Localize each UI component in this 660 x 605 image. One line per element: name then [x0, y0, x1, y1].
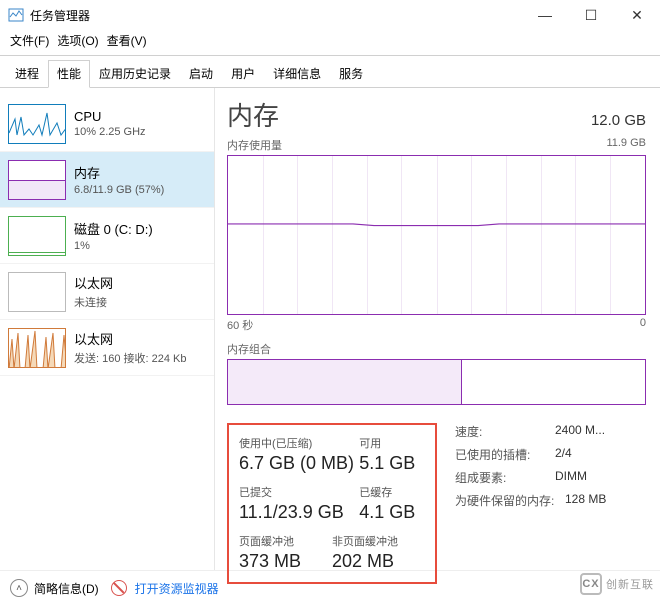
spec-hw-v: 128 MB: [565, 492, 606, 509]
spec-form-v: DIMM: [555, 469, 587, 486]
sidebar-item-cpu[interactable]: CPU 10% 2.25 GHz: [0, 96, 214, 152]
titlebar: 任务管理器 — ☐ ✕: [0, 0, 660, 30]
watermark-logo: CX: [580, 573, 602, 595]
stat-in-use-label: 使用中(已压缩): [239, 435, 359, 451]
sidebar-mem-title: 内存: [74, 163, 164, 182]
minimize-button[interactable]: —: [522, 0, 568, 30]
watermark: CX 创新互联: [580, 573, 654, 595]
spec-speed-v: 2400 M...: [555, 423, 605, 440]
close-button[interactable]: ✕: [614, 0, 660, 30]
stat-paged-value: 373 MB: [239, 551, 332, 572]
sidebar-item-disk[interactable]: 磁盘 0 (C: D:) 1%: [0, 208, 214, 264]
tab-services[interactable]: 服务: [330, 60, 372, 88]
menu-file[interactable]: 文件(F): [8, 30, 51, 51]
chart-ymax: 11.9 GB: [606, 137, 646, 153]
resmon-icon: [111, 580, 127, 596]
ethernet0-thumb: [8, 272, 66, 312]
page-title: 内存: [227, 96, 279, 133]
spec-hw-k: 为硬件保留的内存:: [455, 492, 565, 509]
composition-label: 内存组合: [227, 341, 646, 357]
tab-performance[interactable]: 性能: [48, 60, 90, 88]
tab-users[interactable]: 用户: [222, 60, 264, 88]
stat-cached-label: 已缓存: [359, 484, 425, 500]
memory-capacity: 12.0 GB: [591, 112, 646, 129]
tab-details[interactable]: 详细信息: [264, 60, 330, 88]
menu-options[interactable]: 选项(O): [55, 30, 100, 51]
sidebar-eth1-sub: 发送: 160 接收: 224 Kb: [74, 350, 187, 366]
stat-available-value: 5.1 GB: [359, 453, 425, 474]
tab-app-history[interactable]: 应用历史记录: [90, 60, 180, 88]
stat-paged-label: 页面缓冲池: [239, 533, 332, 549]
stat-in-use-value: 6.7 GB (0 MB): [239, 453, 359, 474]
disk-thumb: [8, 216, 66, 256]
chart-title: 内存使用量: [227, 137, 282, 153]
memory-usage-chart: [227, 155, 646, 315]
memory-composition-chart: [227, 359, 646, 405]
sidebar-disk-title: 磁盘 0 (C: D:): [74, 219, 153, 238]
sidebar-item-memory[interactable]: 内存 6.8/11.9 GB (57%): [0, 152, 214, 208]
fewer-details-link[interactable]: 简略信息(D): [34, 580, 99, 597]
tab-processes[interactable]: 进程: [6, 60, 48, 88]
sidebar-item-ethernet-1[interactable]: 以太网 发送: 160 接收: 224 Kb: [0, 320, 214, 376]
stat-nonpaged-label: 非页面缓冲池: [332, 533, 425, 549]
sidebar-cpu-sub: 10% 2.25 GHz: [74, 126, 146, 138]
stat-committed-label: 已提交: [239, 484, 359, 500]
spec-slots-k: 已使用的插槽:: [455, 446, 555, 463]
open-resmon-link[interactable]: 打开资源监视器: [135, 580, 219, 597]
spec-slots-v: 2/4: [555, 446, 572, 463]
menu-view[interactable]: 查看(V): [105, 30, 149, 51]
memory-specs: 速度:2400 M... 已使用的插槽:2/4 组成要素:DIMM 为硬件保留的…: [455, 423, 606, 584]
tab-strip: 进程 性能 应用历史记录 启动 用户 详细信息 服务: [0, 55, 660, 88]
watermark-text: 创新互联: [606, 576, 654, 592]
sidebar-cpu-title: CPU: [74, 109, 146, 124]
taskmgr-icon: [8, 7, 24, 23]
sidebar-disk-sub: 1%: [74, 240, 153, 252]
chart-x-right: 0: [640, 317, 646, 333]
memory-stats-box: 使用中(已压缩) 6.7 GB (0 MB) 可用 5.1 GB 已提交 11.…: [227, 423, 437, 584]
spec-speed-k: 速度:: [455, 423, 555, 440]
chevron-up-icon[interactable]: ˄: [10, 579, 28, 597]
spec-form-k: 组成要素:: [455, 469, 555, 486]
sidebar-eth0-title: 以太网: [74, 273, 113, 292]
content: 内存 12.0 GB 内存使用量 11.9 GB 60 秒 0: [215, 88, 660, 570]
sidebar-eth1-title: 以太网: [74, 329, 187, 348]
stat-nonpaged-value: 202 MB: [332, 551, 425, 572]
sidebar-item-ethernet-0[interactable]: 以太网 未连接: [0, 264, 214, 320]
ethernet1-thumb: [8, 328, 66, 368]
cpu-thumb: [8, 104, 66, 144]
window-title: 任务管理器: [30, 7, 90, 24]
sidebar-mem-sub: 6.8/11.9 GB (57%): [74, 184, 164, 196]
stat-committed-value: 11.1/23.9 GB: [239, 502, 359, 523]
sidebar-eth0-sub: 未连接: [74, 294, 113, 310]
main: CPU 10% 2.25 GHz 内存 6.8/11.9 GB (57%) 磁盘…: [0, 88, 660, 570]
menubar: 文件(F) 选项(O) 查看(V): [0, 30, 660, 55]
maximize-button[interactable]: ☐: [568, 0, 614, 30]
tab-startup[interactable]: 启动: [180, 60, 222, 88]
memory-thumb: [8, 160, 66, 200]
sidebar: CPU 10% 2.25 GHz 内存 6.8/11.9 GB (57%) 磁盘…: [0, 88, 215, 570]
chart-x-left: 60 秒: [227, 317, 253, 333]
stat-cached-value: 4.1 GB: [359, 502, 425, 523]
stat-available-label: 可用: [359, 435, 425, 451]
